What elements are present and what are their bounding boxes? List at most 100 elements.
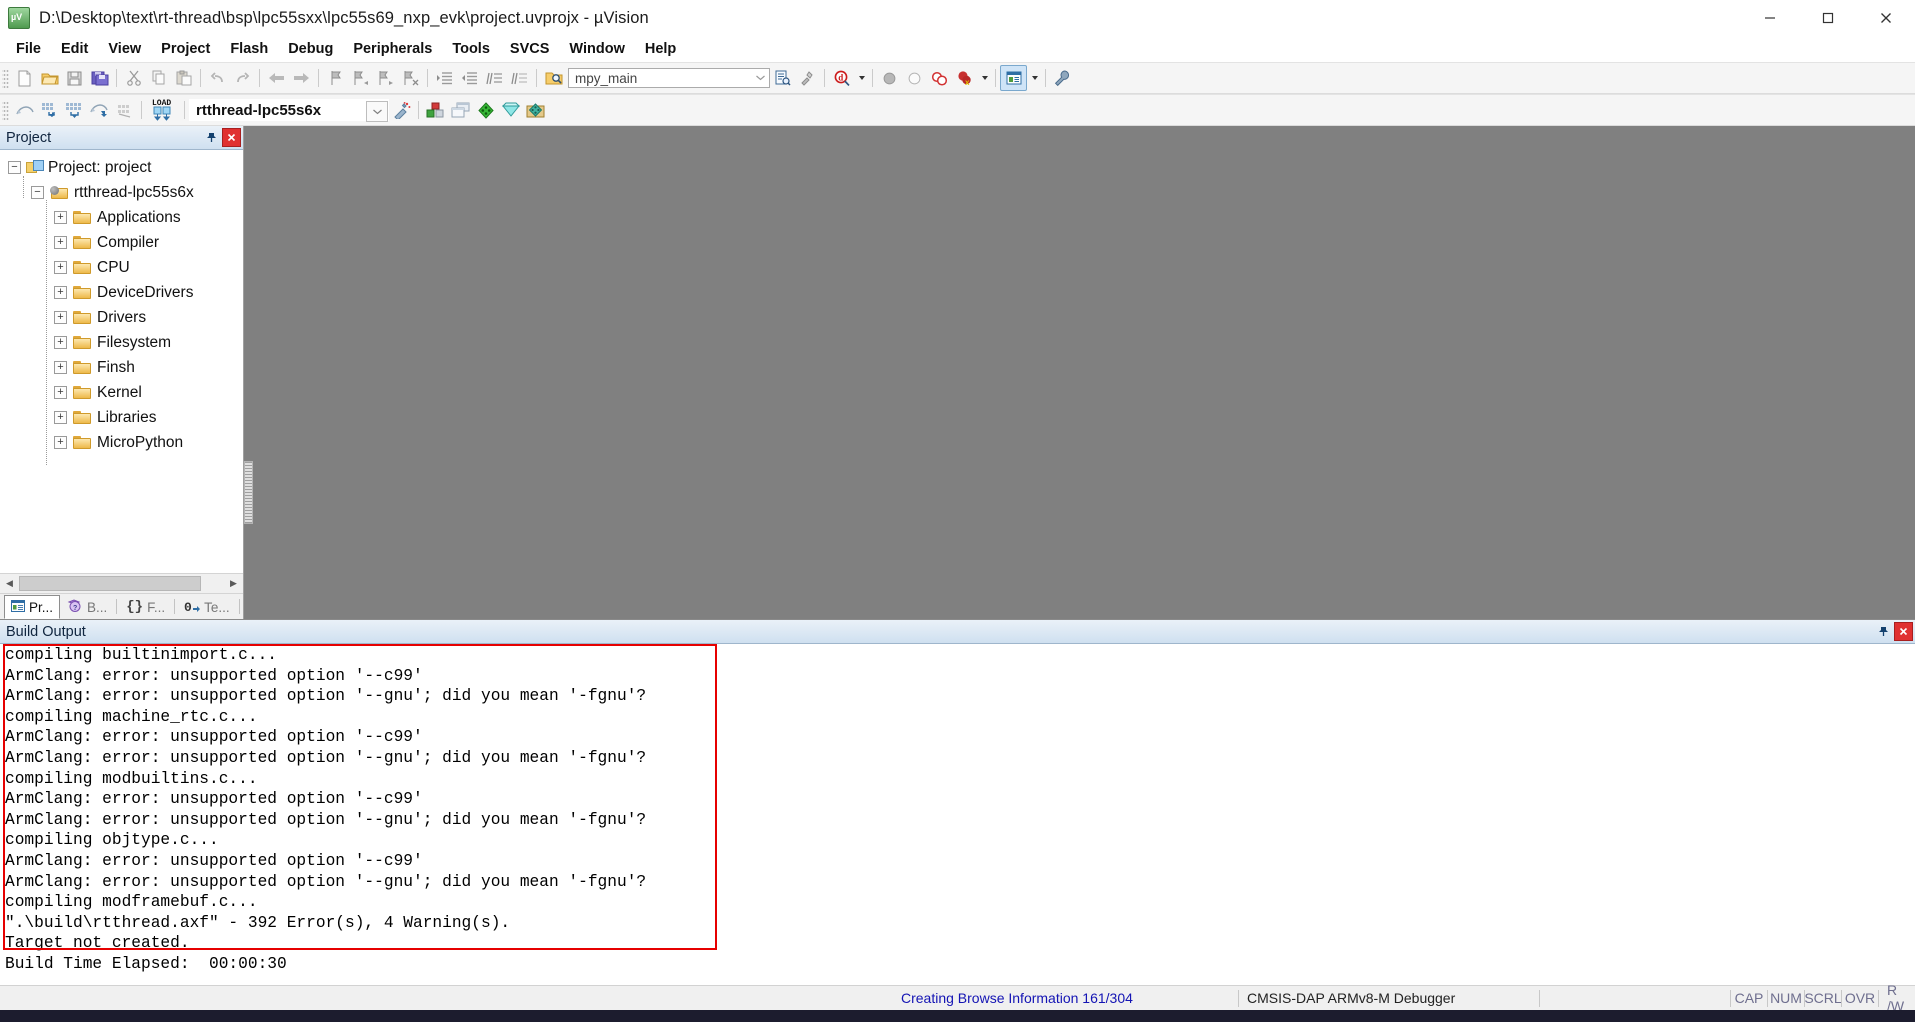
tab-books[interactable]: ? B... — [60, 595, 115, 619]
download-icon[interactable]: LOAD — [146, 98, 180, 122]
tree-row-finsh[interactable]: + Finsh — [0, 355, 243, 380]
toolbar-grip[interactable] — [2, 100, 9, 120]
save-all-icon[interactable] — [87, 66, 112, 90]
pin-icon[interactable] — [203, 129, 220, 146]
project-horizontal-scrollbar[interactable]: ◀ ▶ — [0, 573, 243, 593]
menu-window[interactable]: Window — [559, 38, 634, 60]
bookmark-clear-icon[interactable] — [398, 66, 423, 90]
menu-edit[interactable]: Edit — [51, 38, 98, 60]
tree-expander[interactable]: + — [54, 211, 67, 224]
tree-row-filesystem[interactable]: + Filesystem — [0, 330, 243, 355]
tree-expander[interactable]: + — [54, 411, 67, 424]
vertical-splitter-handle[interactable] — [244, 461, 253, 524]
tree-expander[interactable]: + — [54, 336, 67, 349]
tree-row-applications[interactable]: + Applications — [0, 205, 243, 230]
indent-icon[interactable] — [432, 66, 457, 90]
menu-tools[interactable]: Tools — [442, 38, 500, 60]
toolbar-grip[interactable] — [2, 68, 9, 88]
breakpoints-dropdown[interactable] — [977, 66, 991, 90]
rebuild-icon[interactable] — [62, 98, 87, 122]
tree-expander[interactable]: + — [54, 436, 67, 449]
tab-templates[interactable]: 0 Te... — [177, 595, 237, 619]
menu-peripherals[interactable]: Peripherals — [343, 38, 442, 60]
paste-icon[interactable] — [171, 66, 196, 90]
tree-expander[interactable]: − — [31, 186, 44, 199]
close-icon[interactable] — [1894, 622, 1913, 641]
project-tree[interactable]: − Project: project − rtthread-lpc55s6x +… — [0, 150, 243, 573]
multi-project-icon[interactable] — [448, 98, 473, 122]
menu-file[interactable]: File — [6, 38, 51, 60]
kill-all-breakpoints-icon[interactable] — [927, 66, 952, 90]
translate-icon[interactable] — [12, 98, 37, 122]
tree-row-target[interactable]: − rtthread-lpc55s6x — [0, 180, 243, 205]
bookmark-prev-icon[interactable] — [348, 66, 373, 90]
browse-symbol-dropdown[interactable] — [854, 66, 868, 90]
menu-flash[interactable]: Flash — [220, 38, 278, 60]
tree-expander[interactable]: + — [54, 286, 67, 299]
tree-expander[interactable]: − — [8, 161, 21, 174]
tree-row-compiler[interactable]: + Compiler — [0, 230, 243, 255]
navigate-forward-icon[interactable] — [289, 66, 314, 90]
tree-row-drivers[interactable]: + Drivers — [0, 305, 243, 330]
build-output-body[interactable]: compiling builtinimport.c... ArmClang: e… — [0, 644, 1915, 985]
tree-row-kernel[interactable]: + Kernel — [0, 380, 243, 405]
redo-icon[interactable] — [230, 66, 255, 90]
menu-view[interactable]: View — [98, 38, 151, 60]
manage-window-icon[interactable] — [1000, 65, 1027, 91]
open-file-icon[interactable] — [37, 66, 62, 90]
copy-icon[interactable] — [146, 66, 171, 90]
save-icon[interactable] — [62, 66, 87, 90]
target-combo[interactable]: rtthread-lpc55s6x — [189, 99, 389, 122]
close-icon[interactable] — [222, 128, 241, 147]
disable-breakpoint-icon[interactable] — [902, 66, 927, 90]
tree-row-devicedrivers[interactable]: + DeviceDrivers — [0, 280, 243, 305]
batch-build-icon[interactable] — [87, 98, 112, 122]
comment-icon[interactable] — [482, 66, 507, 90]
configure-toolbar-icon[interactable] — [1050, 66, 1075, 90]
disable-all-breakpoints-icon[interactable]: x — [952, 66, 977, 90]
tree-expander[interactable]: + — [54, 236, 67, 249]
stop-build-icon[interactable] — [112, 98, 137, 122]
chevron-down-icon[interactable] — [366, 101, 388, 122]
tab-functions[interactable]: {} F... — [119, 595, 173, 619]
tree-row-cpu[interactable]: + CPU — [0, 255, 243, 280]
new-file-icon[interactable] — [12, 66, 37, 90]
navigate-back-icon[interactable] — [264, 66, 289, 90]
chevron-down-icon[interactable] — [752, 69, 769, 87]
components-icon[interactable] — [473, 98, 498, 122]
tree-expander[interactable]: + — [54, 311, 67, 324]
build-icon[interactable] — [37, 98, 62, 122]
pack-installer-icon[interactable] — [498, 98, 523, 122]
tree-row-project[interactable]: − Project: project — [0, 155, 243, 180]
find-in-files-icon[interactable] — [541, 66, 566, 90]
target-options-icon[interactable] — [389, 98, 414, 122]
cut-icon[interactable] — [121, 66, 146, 90]
minimize-button[interactable] — [1741, 0, 1799, 36]
undo-icon[interactable] — [205, 66, 230, 90]
manage-run-time-environment-icon[interactable] — [423, 98, 448, 122]
manage-project-items-icon[interactable] — [523, 98, 548, 122]
bookmark-toggle-icon[interactable] — [323, 66, 348, 90]
scroll-track[interactable] — [19, 574, 224, 593]
manage-window-dropdown[interactable] — [1027, 66, 1041, 90]
tree-expander[interactable]: + — [54, 386, 67, 399]
menu-debug[interactable]: Debug — [278, 38, 343, 60]
editor-area[interactable] — [244, 126, 1915, 619]
menu-project[interactable]: Project — [151, 38, 220, 60]
find-combo[interactable]: mpy_main — [568, 68, 770, 88]
insert-breakpoint-icon[interactable] — [877, 66, 902, 90]
tab-project[interactable]: Pr... — [4, 595, 61, 619]
bookmark-next-icon[interactable] — [373, 66, 398, 90]
scroll-thumb[interactable] — [19, 575, 201, 591]
uncomment-icon[interactable] — [507, 66, 532, 90]
incremental-find-icon[interactable] — [795, 66, 820, 90]
find-in-files-list-icon[interactable] — [770, 66, 795, 90]
maximize-button[interactable] — [1799, 0, 1857, 36]
scroll-left-icon[interactable]: ◀ — [0, 574, 19, 593]
browse-symbol-icon[interactable]: d — [829, 66, 854, 90]
pin-icon[interactable] — [1875, 623, 1892, 640]
menu-svcs[interactable]: SVCS — [500, 38, 560, 60]
outdent-icon[interactable] — [457, 66, 482, 90]
tree-expander[interactable]: + — [54, 361, 67, 374]
menu-help[interactable]: Help — [635, 38, 686, 60]
